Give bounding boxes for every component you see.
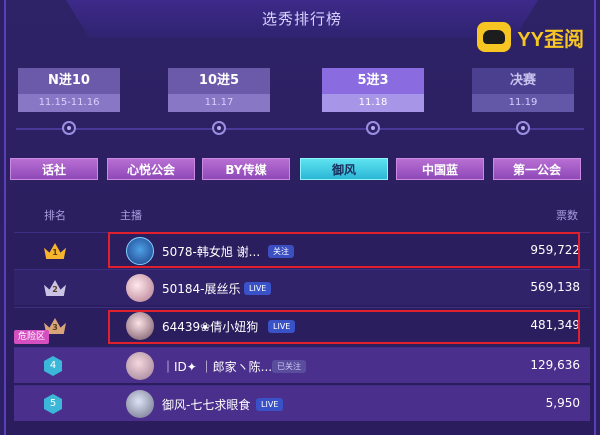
vote-count: 959,722 [530,243,580,257]
rank-badge: 5 [44,394,68,414]
avatar[interactable] [126,312,154,340]
table-row[interactable]: 5 御风-七七求眼食 LIVE 5,950 [14,385,590,421]
avatar[interactable] [126,274,154,302]
stage-timeline [16,128,584,130]
timeline-dot [212,121,226,135]
avatar[interactable] [126,390,154,418]
rank-badge: 4 [44,356,68,376]
stage-2[interactable]: 10进5 11.17 [168,68,270,112]
anchor-name[interactable]: 50184-展丝乐 [162,280,241,297]
stage-1[interactable]: N进10 11.15-11.16 [18,68,120,112]
vote-count: 129,636 [530,358,580,372]
live-badge[interactable]: LIVE [244,282,272,295]
col-rank-header: 排名 [44,209,66,222]
tab-huashe[interactable]: 话社 [10,158,98,180]
danger-zone-tag: 危险区 [14,330,50,344]
status-badge[interactable]: 已关注 [272,360,306,373]
anchor-name[interactable]: 5078-韩女旭 谢... [162,243,260,260]
avatar[interactable] [126,237,154,265]
leaderboard-panel: 选秀排行榜 YY歪阅 N进10 11.15-11.16 10进5 11.17 5… [4,0,596,435]
tab-xinyue[interactable]: 心悦公会 [107,158,195,180]
col-anchor-header: 主播 [120,209,142,222]
vote-count: 481,349 [530,318,580,332]
page-title: 选秀排行榜 [261,10,342,28]
title-bar: 选秀排行榜 [66,0,538,38]
brand-name: YY歪阅 [517,28,584,51]
live-badge[interactable]: LIVE [256,398,284,411]
stage-4[interactable]: 决赛 11.19 [472,68,574,112]
stage-3[interactable]: 5进3 11.18 [322,68,424,112]
live-badge[interactable]: LIVE [268,320,296,333]
table-row[interactable]: 2 50184-展丝乐 LIVE 569,138 [14,269,590,305]
tab-yufeng[interactable]: 御风 [300,158,388,180]
vote-count: 569,138 [530,280,580,294]
col-votes-header: 票数 [556,209,578,222]
rank-crown-gold-icon: 1 [44,241,68,261]
rank-crown-silver-icon: 2 [44,278,68,298]
timeline-dot [516,121,530,135]
table-row[interactable]: 1 5078-韩女旭 谢... 关注 959,722 [14,232,590,268]
brand-logo: YY歪阅 [477,22,584,52]
anchor-name[interactable]: ｜ID✦ ｜郎家ヽ陈... [162,358,272,375]
anchor-name[interactable]: 64439❀倩小妞狗 [162,318,258,335]
table-row[interactable]: 4 ｜ID✦ ｜郎家ヽ陈... 已关注 129,636 [14,347,590,383]
anchor-name[interactable]: 御风-七七求眼食 [162,396,250,413]
yy-mascot-icon [477,22,512,52]
tab-zhongguolan[interactable]: 中国蓝 [396,158,484,180]
follow-badge[interactable]: 关注 [268,245,294,258]
avatar[interactable] [126,352,154,380]
tab-by[interactable]: BY传媒 [202,158,290,180]
vote-count: 5,950 [545,396,580,410]
timeline-dot [366,121,380,135]
timeline-dot [62,121,76,135]
table-row[interactable]: 3 64439❀倩小妞狗 LIVE 481,349 [14,307,590,343]
tab-diyi[interactable]: 第一公会 [493,158,581,180]
